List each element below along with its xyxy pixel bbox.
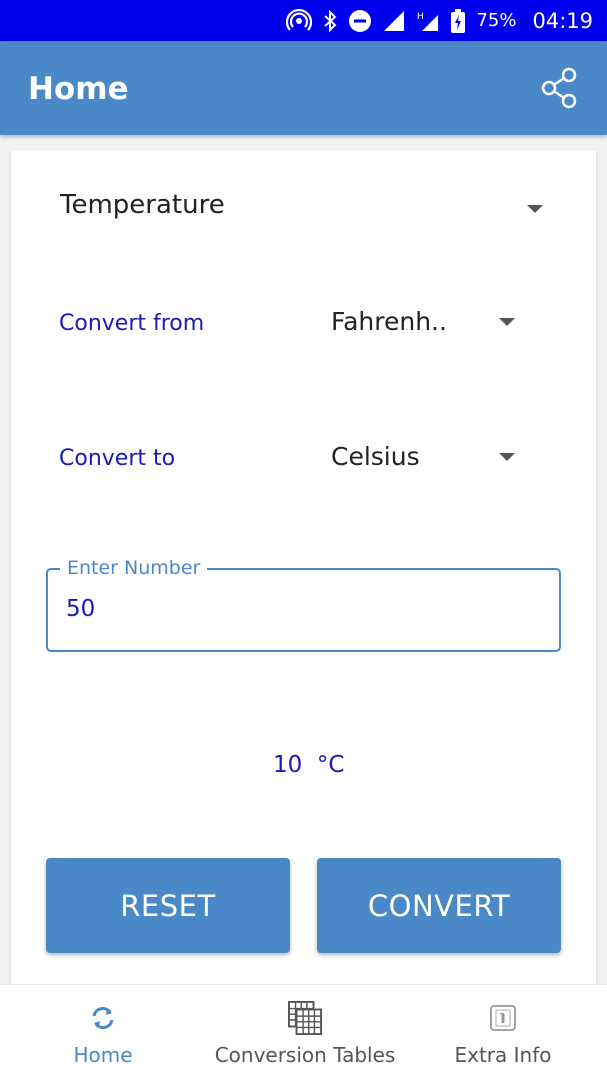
refresh-icon: [86, 1001, 120, 1035]
number-field[interactable]: Enter Number: [46, 557, 561, 652]
share-icon: [541, 67, 577, 109]
nav-label-home: Home: [73, 1043, 133, 1067]
chevron-down-icon: [499, 453, 515, 461]
do-not-disturb-icon: [348, 9, 372, 33]
info-icon: [486, 1001, 520, 1035]
category-value: Temperature: [60, 190, 225, 220]
page-title: Home: [28, 71, 129, 107]
bluetooth-icon: [322, 9, 338, 33]
status-icons: H 75% 04:19: [286, 0, 593, 41]
clock: 04:19: [532, 8, 593, 33]
reset-button[interactable]: RESET: [46, 858, 290, 953]
convert-from-value: Fahrenh..: [331, 307, 447, 336]
convert-to-value: Celsius: [331, 442, 420, 471]
bottom-navigation: Home Conversion Tables Extra Info: [0, 984, 607, 1080]
number-input[interactable]: [66, 596, 536, 622]
signal-h-icon: H: [416, 9, 440, 33]
table-icon: [288, 1001, 322, 1035]
category-dropdown[interactable]: Temperature: [11, 180, 596, 236]
convert-from-label: Convert from: [59, 311, 205, 336]
nav-label-extra-info: Extra Info: [454, 1043, 552, 1067]
convert-to-dropdown[interactable]: Celsius: [327, 432, 537, 482]
nav-item-extra-info[interactable]: Extra Info: [450, 985, 556, 1080]
convert-button[interactable]: CONVERT: [317, 858, 561, 953]
share-button[interactable]: [537, 66, 581, 110]
battery-charging-icon: [450, 8, 466, 34]
conversion-result: 10 °C: [273, 752, 345, 778]
chevron-down-icon: [527, 205, 543, 213]
number-field-label: Enter Number: [60, 557, 208, 579]
nav-item-home[interactable]: Home: [60, 985, 146, 1080]
hotspot-icon: [286, 8, 313, 34]
signal-icon: [382, 9, 406, 33]
chevron-down-icon: [499, 318, 515, 326]
convert-from-dropdown[interactable]: Fahrenh..: [327, 297, 537, 347]
battery-percentage: 75%: [476, 10, 517, 31]
convert-to-label: Convert to: [59, 446, 176, 471]
nav-label-conversion-tables: Conversion Tables: [214, 1043, 396, 1067]
converter-card: Temperature Convert from Fahrenh.. Conve…: [11, 150, 596, 990]
app-bar: Home: [0, 41, 607, 135]
nav-item-conversion-tables[interactable]: Conversion Tables: [210, 985, 400, 1080]
status-bar: H 75% 04:19: [0, 0, 607, 41]
svg-text:H: H: [417, 12, 424, 22]
